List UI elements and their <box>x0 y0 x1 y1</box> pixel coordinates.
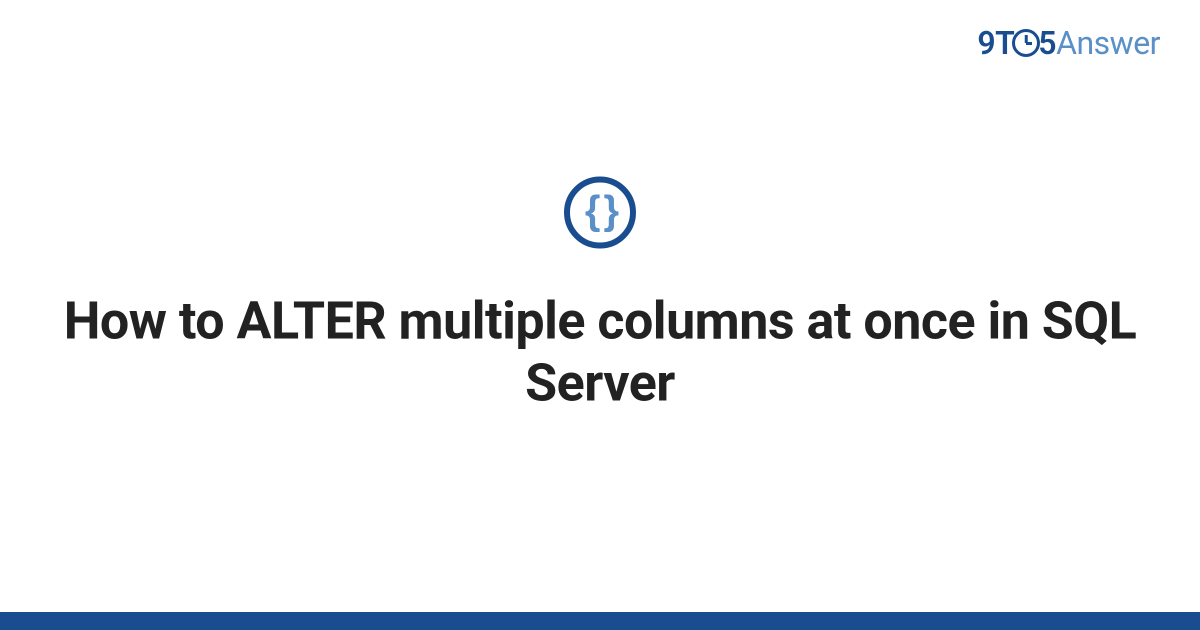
code-braces-icon: { } <box>564 177 636 249</box>
clock-icon <box>1012 29 1040 57</box>
braces-glyph: { } <box>585 191 615 231</box>
logo-text-9t: 9T <box>977 24 1014 62</box>
logo-text-5: 5 <box>1038 24 1056 62</box>
footer-bar <box>0 612 1200 630</box>
site-logo: 9T 5Answer <box>977 24 1160 62</box>
page-title: How to ALTER multiple columns at once in… <box>0 291 1200 416</box>
logo-text-answer: Answer <box>1056 24 1160 62</box>
main-content: { } How to ALTER multiple columns at onc… <box>0 177 1200 416</box>
